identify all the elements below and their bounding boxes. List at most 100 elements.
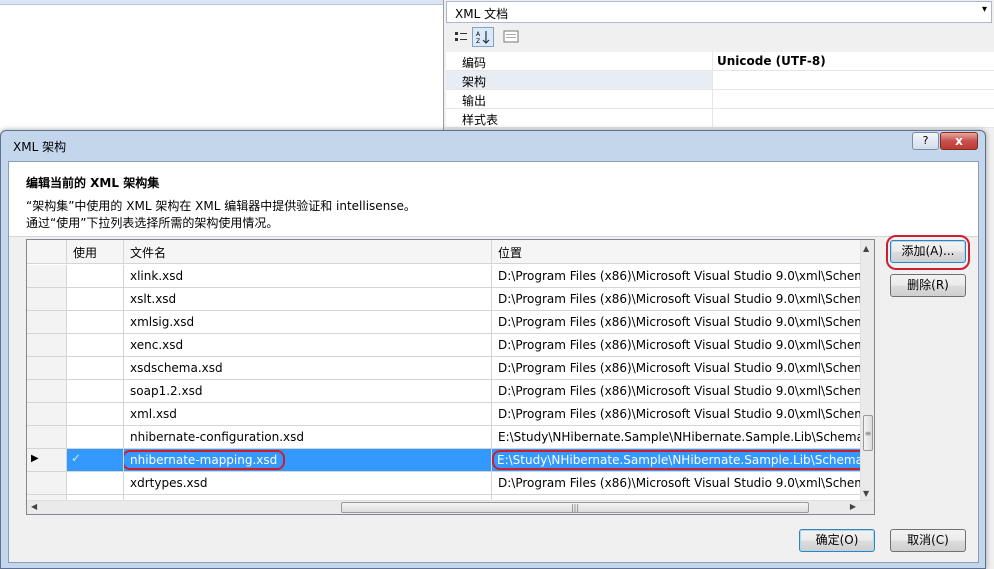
chevron-down-icon[interactable]: ▾ xyxy=(982,4,987,15)
file-cell: nhibernate-mapping.xsd xyxy=(124,449,492,471)
use-cell[interactable] xyxy=(67,380,124,402)
property-pages-icon[interactable] xyxy=(500,27,522,47)
file-cell: xmlsig.xsd xyxy=(124,311,492,333)
use-cell[interactable] xyxy=(67,426,124,448)
location-cell: E:\Study\NHibernate.Sample\NHibernate.Sa… xyxy=(492,426,861,448)
file-cell: xslt.xsd xyxy=(124,288,492,310)
row-selector[interactable] xyxy=(27,403,67,425)
scroll-left-icon[interactable]: ◀ xyxy=(31,502,37,511)
file-cell: xml.xsd xyxy=(124,403,492,425)
table-row[interactable]: nhibernate-configuration.xsd E:\Study\NH… xyxy=(27,426,861,449)
property-name: 样式表 xyxy=(446,109,712,127)
schemas-grid: 使用 文件名 位置 xlink.xsd D:\Program Files (x8… xyxy=(26,239,875,515)
scroll-down-icon[interactable]: ▼ xyxy=(863,489,869,498)
location-cell: D:\Program Files (x86)\Microsoft Visual … xyxy=(492,472,861,494)
location-cell: D:\Program Files (x86)\Microsoft Visual … xyxy=(492,403,861,425)
use-cell[interactable] xyxy=(67,472,124,494)
use-cell[interactable] xyxy=(67,334,124,356)
svg-text:A: A xyxy=(476,31,481,38)
scroll-right-icon[interactable]: ▶ xyxy=(850,502,856,511)
column-header-location[interactable]: 位置 xyxy=(492,240,861,264)
editor-tab-strip xyxy=(0,0,443,5)
close-button[interactable]: x xyxy=(940,132,978,150)
scroll-up-icon[interactable]: ▲ xyxy=(863,244,869,253)
vertical-scroll-thumb[interactable]: ≡ xyxy=(863,415,873,451)
property-name: 编码 xyxy=(446,52,712,70)
row-selector[interactable] xyxy=(27,357,67,379)
property-value[interactable] xyxy=(712,109,994,127)
remove-button[interactable]: 删除(R) xyxy=(890,274,966,297)
xml-schemas-dialog: XML 架构 ? x 编辑当前的 XML 架构集 “架构集”中使用的 XML 架… xyxy=(0,130,986,569)
object-selector-label: XML 文档 xyxy=(455,7,509,21)
row-selector[interactable] xyxy=(27,426,67,448)
dialog-title: XML 架构 xyxy=(13,140,67,154)
horizontal-scroll-thumb[interactable]: ||| xyxy=(341,502,809,513)
file-cell: nhibernate-configuration.xsd xyxy=(124,426,492,448)
add-button[interactable]: 添加(A)... xyxy=(890,240,966,263)
categorized-icon[interactable] xyxy=(450,27,472,47)
table-row[interactable]: xdrtypes.xsd D:\Program Files (x86)\Micr… xyxy=(27,472,861,495)
sort-alphabetical-icon[interactable]: AZ xyxy=(472,27,494,47)
location-cell: D:\Program Files (x86)\Microsoft Visual … xyxy=(492,311,861,333)
header-description-2: 通过“使用”下拉列表选择所需的架构使用情况。 xyxy=(26,216,279,230)
current-row-arrow-icon[interactable]: ▶ xyxy=(27,449,67,471)
file-cell: xenc.xsd xyxy=(124,334,492,356)
properties-grid: 编码 Unicode (UTF-8) 架构 输出 样式表 xyxy=(446,52,994,128)
location-highlight: E:\Study\NHibernate.Sample\NHibernate.Sa… xyxy=(492,450,860,470)
row-selector[interactable] xyxy=(27,334,67,356)
row-selector[interactable] xyxy=(27,311,67,333)
table-row[interactable]: xlink.xsd D:\Program Files (x86)\Microso… xyxy=(27,265,861,288)
location-cell: D:\Program Files (x86)\Microsoft Visual … xyxy=(492,288,861,310)
property-value[interactable]: Unicode (UTF-8) xyxy=(712,52,994,70)
column-header-use[interactable]: 使用 xyxy=(67,240,124,264)
header-title: 编辑当前的 XML 架构集 xyxy=(26,176,160,190)
property-value[interactable] xyxy=(712,71,994,89)
dialog-client-area: 编辑当前的 XML 架构集 “架构集”中使用的 XML 架构在 XML 编辑器中… xyxy=(8,161,979,563)
object-selector[interactable]: XML 文档 ▾ xyxy=(446,1,992,23)
location-cell: E:\Study\NHibernate.Sample\NHibernate.Sa… xyxy=(492,449,861,471)
table-row[interactable]: xmlsig.xsd D:\Program Files (x86)\Micros… xyxy=(27,311,861,334)
help-button[interactable]: ? xyxy=(912,132,939,150)
dialog-header: 编辑当前的 XML 架构集 “架构集”中使用的 XML 架构在 XML 编辑器中… xyxy=(9,162,978,237)
property-row[interactable]: 编码 Unicode (UTF-8) xyxy=(446,52,994,71)
row-selector[interactable] xyxy=(27,288,67,310)
file-highlight: nhibernate-mapping.xsd xyxy=(124,450,286,470)
svg-text:Z: Z xyxy=(476,38,480,45)
table-row[interactable]: xml.xsd D:\Program Files (x86)\Microsoft… xyxy=(27,403,861,426)
location-cell: D:\Program Files (x86)\Microsoft Visual … xyxy=(492,334,861,356)
table-row[interactable]: xslt.xsd D:\Program Files (x86)\Microsof… xyxy=(27,288,861,311)
ok-button[interactable]: 确定(O) xyxy=(799,529,875,552)
grid-header: 使用 文件名 位置 xyxy=(27,240,861,264)
vertical-scrollbar[interactable]: ▲ ≡ ▼ xyxy=(860,240,874,500)
property-name: 输出 xyxy=(446,90,712,108)
table-row[interactable]: xenc.xsd D:\Program Files (x86)\Microsof… xyxy=(27,334,861,357)
row-selector[interactable] xyxy=(27,472,67,494)
use-cell[interactable] xyxy=(67,357,124,379)
file-cell: xlink.xsd xyxy=(124,265,492,287)
use-cell[interactable] xyxy=(67,288,124,310)
table-row-selected[interactable]: ▶ ✓ nhibernate-mapping.xsd E:\Study\NHib… xyxy=(27,449,861,472)
horizontal-scrollbar[interactable]: ◀ ||| ▶ xyxy=(27,500,874,514)
title-bar[interactable]: XML 架构 ? x xyxy=(1,131,985,159)
location-cell: D:\Program Files (x86)\Microsoft Visual … xyxy=(492,380,861,402)
cancel-button[interactable]: 取消(C) xyxy=(890,529,966,552)
property-row[interactable]: 输出 xyxy=(446,90,994,109)
use-cell[interactable] xyxy=(67,403,124,425)
row-header-column xyxy=(27,240,67,264)
location-cell: D:\Program Files (x86)\Microsoft Visual … xyxy=(492,357,861,379)
column-header-file[interactable]: 文件名 xyxy=(124,240,492,264)
property-name: 架构 xyxy=(446,71,712,89)
row-selector[interactable] xyxy=(27,265,67,287)
table-row[interactable]: soap1.2.xsd D:\Program Files (x86)\Micro… xyxy=(27,380,861,403)
property-row[interactable]: 样式表 xyxy=(446,109,994,128)
property-row[interactable]: 架构 xyxy=(446,71,994,90)
grid-rows: xlink.xsd D:\Program Files (x86)\Microso… xyxy=(27,265,861,514)
table-row[interactable]: xsdschema.xsd D:\Program Files (x86)\Mic… xyxy=(27,357,861,380)
use-cell[interactable] xyxy=(67,311,124,333)
location-cell: D:\Program Files (x86)\Microsoft Visual … xyxy=(492,265,861,287)
use-cell[interactable] xyxy=(67,265,124,287)
file-cell: xsdschema.xsd xyxy=(124,357,492,379)
property-value[interactable] xyxy=(712,90,994,108)
use-cell[interactable]: ✓ xyxy=(67,449,124,471)
row-selector[interactable] xyxy=(27,380,67,402)
